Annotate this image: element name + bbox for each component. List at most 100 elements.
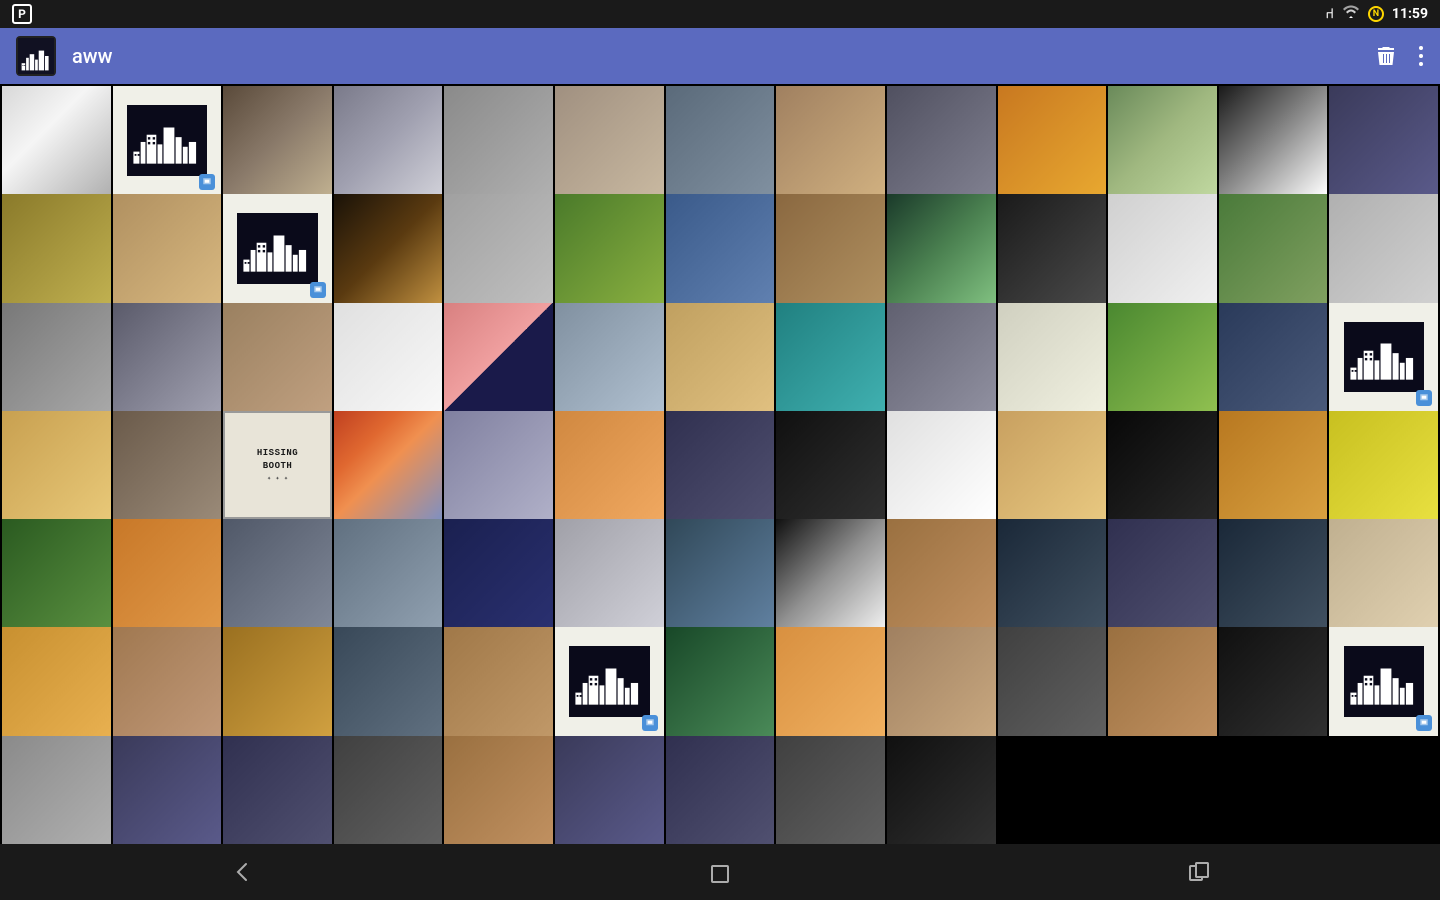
- app-bar-actions: [1374, 44, 1424, 68]
- grid-cell[interactable]: [776, 411, 885, 520]
- grid-cell[interactable]: [113, 303, 222, 412]
- grid-cell[interactable]: [666, 194, 775, 303]
- grid-cell[interactable]: [2, 86, 111, 195]
- grid-cell[interactable]: [2, 194, 111, 303]
- grid-cell[interactable]: [1329, 86, 1438, 195]
- home-button[interactable]: [706, 858, 734, 886]
- grid-cell[interactable]: [1219, 519, 1328, 628]
- grid-cell[interactable]: [2, 627, 111, 736]
- grid-cell[interactable]: [998, 303, 1107, 412]
- grid-cell[interactable]: [998, 86, 1107, 195]
- grid-cell[interactable]: [998, 519, 1107, 628]
- grid-cell[interactable]: [666, 627, 775, 736]
- grid-cell[interactable]: [223, 303, 332, 412]
- grid-cell[interactable]: [887, 411, 996, 520]
- grid-cell[interactable]: [555, 303, 664, 412]
- grid-cell[interactable]: [223, 194, 332, 303]
- status-left: P: [12, 4, 32, 24]
- grid-cell[interactable]: [113, 627, 222, 736]
- nav-bar: [0, 844, 1440, 900]
- grid-cell[interactable]: [113, 194, 222, 303]
- grid-cell[interactable]: [334, 519, 443, 628]
- grid-cell[interactable]: [776, 194, 885, 303]
- grid-cell[interactable]: [1329, 303, 1438, 412]
- grid-cell[interactable]: [1219, 303, 1328, 412]
- delete-button[interactable]: [1374, 44, 1398, 68]
- grid-cell[interactable]: [776, 86, 885, 195]
- back-button[interactable]: [226, 858, 254, 886]
- grid-cell[interactable]: [666, 411, 775, 520]
- grid-cell[interactable]: [555, 86, 664, 195]
- grid-cell[interactable]: [1329, 627, 1438, 736]
- bluetooth-icon: ⑁: [1326, 6, 1334, 22]
- grid-cell[interactable]: [998, 411, 1107, 520]
- grid-cell[interactable]: [113, 411, 222, 520]
- image-grid: HISSINGBOOTH ✦ ✦ ✦: [0, 84, 1440, 844]
- grid-cell[interactable]: [555, 194, 664, 303]
- grid-cell[interactable]: [444, 194, 553, 303]
- grid-cell[interactable]: [776, 303, 885, 412]
- grid-cell[interactable]: [666, 303, 775, 412]
- grid-cell[interactable]: [666, 86, 775, 195]
- grid-cell[interactable]: [887, 303, 996, 412]
- grid-cell[interactable]: [444, 519, 553, 628]
- grid-cell[interactable]: [444, 411, 553, 520]
- grid-cell[interactable]: HISSINGBOOTH ✦ ✦ ✦: [223, 411, 332, 520]
- grid-cell[interactable]: [776, 519, 885, 628]
- more-options-button[interactable]: [1418, 44, 1424, 68]
- grid-cell[interactable]: [223, 86, 332, 195]
- grid-cell[interactable]: [1108, 194, 1217, 303]
- grid-cell[interactable]: [887, 519, 996, 628]
- grid-cell[interactable]: [998, 194, 1107, 303]
- grid-cell[interactable]: [1108, 627, 1217, 736]
- grid-cell[interactable]: [223, 627, 332, 736]
- grid-cell[interactable]: [334, 86, 443, 195]
- grid-cell[interactable]: [334, 627, 443, 736]
- grid-cell[interactable]: [334, 303, 443, 412]
- grid-cell[interactable]: [998, 627, 1107, 736]
- grid-cell[interactable]: [1219, 86, 1328, 195]
- grid-cell[interactable]: [887, 194, 996, 303]
- grid-cell[interactable]: [2, 411, 111, 520]
- grid-cell[interactable]: [555, 411, 664, 520]
- status-time: 11:59: [1392, 6, 1428, 22]
- grid-cell[interactable]: [887, 86, 996, 195]
- grid-cell[interactable]: [1108, 411, 1217, 520]
- grid-cell[interactable]: [444, 303, 553, 412]
- grid-cell[interactable]: [113, 736, 222, 844]
- grid-cell[interactable]: [444, 86, 553, 195]
- grid-cell[interactable]: [555, 627, 664, 736]
- grid-cell[interactable]: [776, 736, 885, 844]
- app-logo: [16, 36, 56, 76]
- grid-cell[interactable]: [555, 519, 664, 628]
- grid-cell[interactable]: [1329, 411, 1438, 520]
- grid-cell[interactable]: [1219, 194, 1328, 303]
- grid-cell[interactable]: [887, 627, 996, 736]
- grid-cell[interactable]: [444, 627, 553, 736]
- grid-cell[interactable]: [1329, 519, 1438, 628]
- grid-cell[interactable]: [1108, 519, 1217, 628]
- grid-cell[interactable]: [887, 736, 996, 844]
- grid-cell[interactable]: [334, 736, 443, 844]
- grid-cell[interactable]: [666, 519, 775, 628]
- grid-cell[interactable]: [2, 303, 111, 412]
- grid-cell[interactable]: [555, 736, 664, 844]
- grid-cell[interactable]: [1219, 627, 1328, 736]
- grid-cell[interactable]: [223, 736, 332, 844]
- grid-cell[interactable]: [2, 736, 111, 844]
- grid-cell[interactable]: [2, 519, 111, 628]
- grid-cell[interactable]: [334, 194, 443, 303]
- grid-cell[interactable]: [444, 736, 553, 844]
- grid-cell[interactable]: [113, 519, 222, 628]
- grid-cell[interactable]: [776, 627, 885, 736]
- grid-cell[interactable]: [223, 519, 332, 628]
- grid-cell[interactable]: [1108, 303, 1217, 412]
- grid-cell[interactable]: [113, 86, 222, 195]
- grid-cell[interactable]: [1329, 194, 1438, 303]
- app-title: aww: [72, 44, 1358, 68]
- grid-cell[interactable]: [334, 411, 443, 520]
- grid-cell[interactable]: [1108, 86, 1217, 195]
- grid-cell[interactable]: [1219, 411, 1328, 520]
- grid-cell[interactable]: [666, 736, 775, 844]
- recents-button[interactable]: [1186, 858, 1214, 886]
